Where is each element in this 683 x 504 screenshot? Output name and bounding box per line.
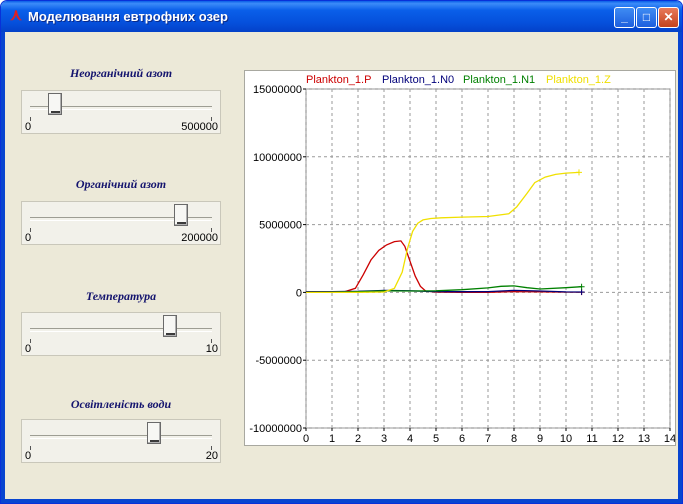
- slider-track: [30, 435, 212, 439]
- chart-canvas: 0 1 2 3 4 5 6 7 8 9 10 11 12 13 1415000000100000005000…: [249, 72, 675, 445]
- slider-min-label: 0: [25, 450, 32, 462]
- minimize-button[interactable]: _: [614, 7, 635, 28]
- y-tick-label: 0: [296, 287, 302, 299]
- slider-max-label: 200000: [181, 232, 218, 244]
- x-tick-label: 8: [511, 433, 517, 445]
- legend-entry: Plankton_1.N0: [382, 74, 454, 86]
- x-tick-label: 4: [407, 433, 413, 445]
- control-label: Органічний азот: [75, 177, 167, 191]
- legend-entry: Plankton_1.N1: [463, 74, 535, 86]
- maximize-button[interactable]: □: [636, 7, 657, 28]
- slider-ticks: [30, 339, 212, 343]
- y-tick-label: -10000000: [249, 423, 302, 435]
- illumination-slider[interactable]: 0 20: [21, 419, 221, 463]
- slider-max-label: 500000: [181, 121, 218, 133]
- inorganic-nitrogen-slider[interactable]: 0 500000: [21, 90, 221, 134]
- y-tick-label: 5000000: [259, 220, 302, 232]
- slider-track: [30, 328, 212, 332]
- control-label: Неорганічний азот: [69, 66, 173, 80]
- window-title: Моделювання евтрофних озер: [28, 9, 228, 24]
- control-label: Температура: [85, 289, 157, 303]
- slider-thumb[interactable]: [163, 315, 178, 337]
- temperature-slider[interactable]: 0 10: [21, 312, 221, 356]
- organic-nitrogen-slider[interactable]: 0 200000: [21, 201, 221, 245]
- app-window: ⋏ Моделювання евтрофних озер _ □ ✕ Неорг…: [0, 0, 683, 504]
- window-frame-left: [1, 32, 5, 503]
- slider-min-label: 0: [25, 232, 32, 244]
- x-tick-label: 11: [586, 433, 597, 445]
- y-tick-label: -5000000: [256, 355, 303, 367]
- window-frame-bottom: [1, 499, 682, 503]
- slider-thumb[interactable]: [48, 93, 63, 115]
- x-tick-label: 10: [560, 433, 572, 445]
- window-frame-right: [678, 32, 682, 503]
- app-icon: ⋏: [10, 7, 22, 24]
- title-bar[interactable]: ⋏ Моделювання евтрофних озер _ □ ✕: [1, 1, 682, 32]
- x-tick-label: 7: [485, 433, 491, 445]
- slider-max-label: 20: [205, 450, 218, 462]
- x-tick-label: 1: [329, 433, 335, 445]
- control-label: Освітленість води: [70, 397, 172, 411]
- close-button[interactable]: ✕: [658, 7, 679, 28]
- x-tick-label: 6: [459, 433, 465, 445]
- y-tick-label: 10000000: [253, 152, 302, 164]
- x-tick-label: 9: [537, 433, 543, 445]
- x-tick-label: 2: [355, 433, 361, 445]
- legend-entry: Plankton_1.Z: [546, 74, 611, 86]
- x-tick-label: 0: [303, 433, 309, 445]
- plankton-chart: 0 1 2 3 4 5 6 7 8 9 10 11 12 13 14 15000000 10000000 5000…: [244, 70, 676, 446]
- slider-min-label: 0: [25, 121, 32, 133]
- legend-entry: Plankton_1.P: [306, 74, 371, 86]
- slider-max-label: 10: [205, 343, 218, 355]
- x-tick-label: 12: [612, 433, 624, 445]
- x-tick-label: 13: [638, 433, 650, 445]
- x-tick-label: 3: [381, 433, 387, 445]
- slider-thumb[interactable]: [174, 204, 189, 226]
- slider-thumb[interactable]: [146, 422, 161, 444]
- slider-ticks: [30, 446, 212, 450]
- x-tick-label: 5: [433, 433, 439, 445]
- slider-min-label: 0: [25, 343, 32, 355]
- x-tick-label: 14: [664, 433, 675, 445]
- y-tick-label: 15000000: [253, 84, 302, 96]
